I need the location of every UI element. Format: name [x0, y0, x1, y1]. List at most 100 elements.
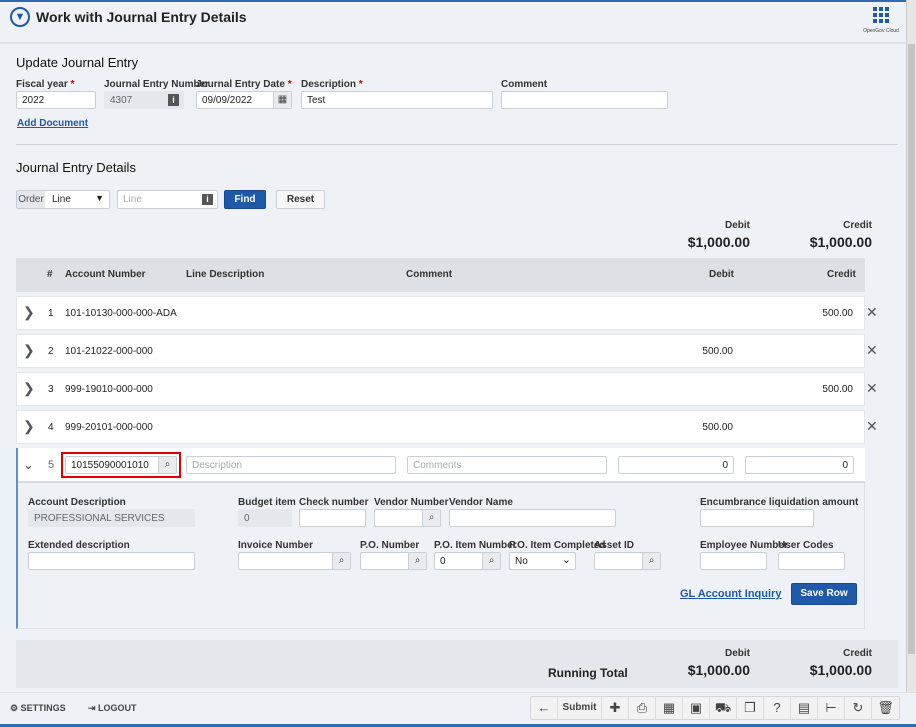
line-description-input[interactable]: Description: [186, 456, 396, 474]
employee-number-input[interactable]: [700, 552, 767, 570]
po-item-completed-label: P.O. Item Completed: [509, 540, 606, 551]
search-icon[interactable]: ⌕: [332, 553, 350, 569]
running-total-label: Running Total: [548, 666, 628, 680]
vehicle-icon[interactable]: ⛟: [710, 697, 737, 719]
delete-row-icon[interactable]: ✕: [866, 304, 878, 321]
calendar-icon[interactable]: ▦: [273, 92, 291, 108]
scrollbar[interactable]: [906, 0, 916, 692]
grid-icon[interactable]: ▦: [656, 697, 683, 719]
edit-row: ⌄ 5 10155090001010 ⌕ Description Comments…: [18, 448, 865, 483]
po-item-number-input[interactable]: 0 ⌕: [434, 552, 501, 570]
search-icon[interactable]: ⌕: [422, 510, 440, 526]
brand-label: OpenGov Cloud: [863, 28, 899, 34]
po-number-input[interactable]: ⌕: [360, 552, 427, 570]
search-icon[interactable]: ⌕: [408, 553, 426, 569]
po-number-label: P.O. Number: [360, 540, 420, 551]
encumbrance-input[interactable]: [700, 509, 814, 527]
comment-input[interactable]: Comments: [407, 456, 607, 474]
total-debit-label: Debit: [725, 220, 750, 231]
delete-row-icon[interactable]: ✕: [866, 342, 878, 359]
search-icon[interactable]: ⌕: [482, 553, 500, 569]
po-item-completed-select[interactable]: No ⌄: [509, 552, 576, 570]
debit-input[interactable]: 0: [618, 456, 734, 474]
add-icon[interactable]: ✚: [602, 697, 629, 719]
submit-button[interactable]: Submit: [558, 697, 602, 719]
asset-id-label: Asset ID: [594, 540, 635, 551]
chevron-down-icon[interactable]: ⌄: [23, 457, 34, 473]
extended-description-input[interactable]: [28, 552, 195, 570]
table-row[interactable]: ❯ 3 999-19010-000-000 500.00: [16, 372, 865, 406]
app-logo-icon: ▼: [10, 7, 30, 27]
toolbar: ← Submit ✚ ⎙ ▦ ▣ ⛟ ❐ ? ▤ ⊢ ↻ 🗑: [530, 696, 900, 720]
settings-button[interactable]: ⚙ SETTINGS: [10, 703, 66, 714]
add-document-link[interactable]: Add Document: [17, 118, 88, 129]
help-icon[interactable]: ?: [764, 697, 791, 719]
delete-row-icon[interactable]: ✕: [866, 418, 878, 435]
chevron-down-icon: ▼: [95, 193, 104, 203]
chevron-right-icon[interactable]: ❯: [23, 342, 35, 359]
info-icon[interactable]: i: [168, 94, 179, 106]
je-number-label: Journal Entry Number: [104, 79, 210, 90]
je-date-input[interactable]: 09/09/2022 ▦: [196, 91, 292, 109]
user-codes-input[interactable]: [778, 552, 845, 570]
order-select[interactable]: Order Line ▼: [16, 190, 110, 209]
comment-input[interactable]: [501, 91, 668, 109]
comment-label: Comment: [501, 79, 548, 90]
notes-icon[interactable]: ▤: [791, 697, 818, 719]
apps-grid-icon[interactable]: [873, 7, 889, 23]
table-row[interactable]: ❯ 1 101-10130-000-000-ADA 500.00: [16, 296, 865, 330]
row-number: 5: [48, 459, 55, 471]
reset-button[interactable]: Reset: [276, 190, 325, 209]
account-number-input[interactable]: 10155090001010 ⌕: [65, 456, 177, 474]
section-title: Journal Entry Details: [16, 160, 136, 175]
divider: [16, 144, 898, 145]
chevron-down-icon: ⌄: [561, 554, 571, 566]
col-comment[interactable]: Comment: [406, 269, 452, 280]
vendor-name-label: Vendor Name: [449, 497, 513, 508]
table-row[interactable]: ❯ 4 999-20101-000-000 500.00: [16, 410, 865, 444]
copy-icon[interactable]: ❐: [737, 697, 764, 719]
asset-id-input[interactable]: ⌕: [594, 552, 661, 570]
page-title: Work with Journal Entry Details: [36, 9, 247, 25]
chevron-right-icon[interactable]: ❯: [23, 304, 35, 321]
vendor-name-input[interactable]: [449, 509, 616, 527]
employee-number-label: Employee Number: [700, 540, 788, 551]
col-credit[interactable]: Credit: [827, 269, 856, 280]
back-icon[interactable]: ←: [531, 697, 558, 719]
search-icon[interactable]: ⌕: [158, 457, 176, 473]
col-line-description[interactable]: Line Description: [186, 269, 264, 280]
info-icon[interactable]: i: [202, 194, 213, 205]
account-description-field: PROFESSIONAL SERVICES: [28, 509, 195, 527]
credit-input[interactable]: 0: [745, 456, 854, 474]
chevron-right-icon[interactable]: ❯: [23, 380, 35, 397]
trash-icon[interactable]: 🗑: [872, 697, 899, 719]
invoice-number-input[interactable]: ⌕: [238, 552, 351, 570]
account-description-label: Account Description: [28, 497, 126, 508]
save-row-button[interactable]: Save Row: [791, 583, 857, 605]
refresh-icon[interactable]: ↻: [845, 697, 872, 719]
search-icon[interactable]: ⌕: [642, 553, 660, 569]
find-button[interactable]: Find: [224, 190, 266, 209]
total-credit-label: Credit: [843, 220, 872, 231]
delete-row-icon[interactable]: ✕: [866, 380, 878, 397]
check-number-input[interactable]: [299, 509, 366, 527]
logout-button[interactable]: ⇥ LOGOUT: [88, 703, 137, 714]
account-number-highlight: 10155090001010 ⌕: [61, 452, 181, 478]
budget-item-label: Budget item: [238, 497, 296, 508]
line-input[interactable]: Line i: [117, 190, 218, 209]
col-account[interactable]: Account Number: [65, 269, 146, 280]
gl-account-inquiry-link[interactable]: GL Account Inquiry: [680, 588, 781, 600]
table-row[interactable]: ❯ 2 101-21022-000-000 500.00: [16, 334, 865, 368]
je-date-label: Journal Entry Date: [196, 79, 285, 90]
fiscal-year-input[interactable]: 2022: [16, 91, 96, 109]
vendor-number-input[interactable]: ⌕: [374, 509, 441, 527]
col-debit[interactable]: Debit: [709, 269, 734, 280]
description-label: Description: [301, 79, 357, 90]
excel-icon[interactable]: ▣: [683, 697, 710, 719]
print-icon[interactable]: ⎙: [629, 697, 656, 719]
edit-row-panel: ⌄ 5 10155090001010 ⌕ Description Comments…: [16, 448, 865, 629]
chevron-right-icon[interactable]: ❯: [23, 418, 35, 435]
description-input[interactable]: Test: [301, 91, 493, 109]
running-debit: $1,000.00: [687, 662, 750, 678]
hierarchy-icon[interactable]: ⊢: [818, 697, 845, 719]
